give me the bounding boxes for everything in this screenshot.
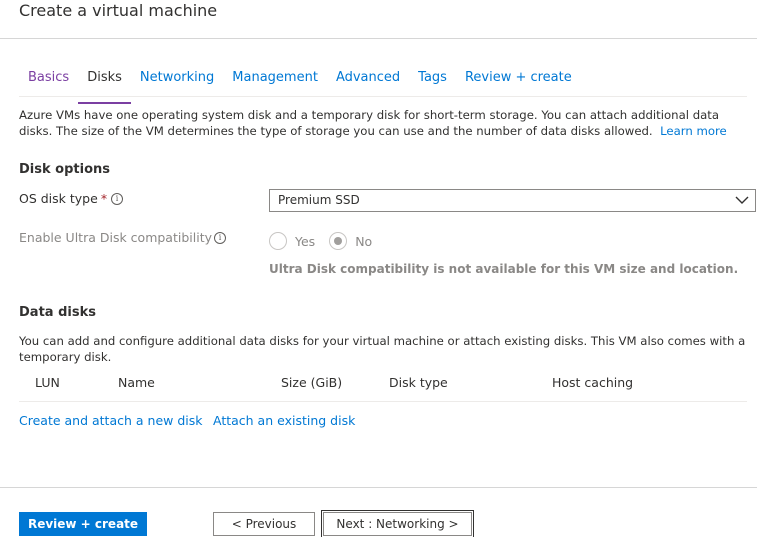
ultra-disk-yes-radio[interactable]: Yes <box>269 232 315 250</box>
os-disk-type-label-group: OS disk type * i <box>19 191 124 206</box>
create-attach-disk-link[interactable]: Create and attach a new disk <box>19 413 203 428</box>
column-header-host-caching: Host caching <box>552 375 634 390</box>
tab-disks[interactable]: Disks <box>78 68 131 104</box>
column-header-name: Name <box>118 375 155 390</box>
ultra-disk-label: Enable Ultra Disk compatibility <box>19 230 212 245</box>
review-create-button[interactable]: Review + create <box>19 512 147 536</box>
radio-circle-checked <box>329 232 348 250</box>
os-disk-type-value: Premium SSD <box>278 193 360 207</box>
tab-management[interactable]: Management <box>223 68 327 98</box>
disk-options-title: Disk options <box>19 162 110 177</box>
tab-divider <box>19 96 747 97</box>
ultra-disk-radio-group: Yes No <box>269 232 386 250</box>
tab-bar: Basics Disks Networking Management Advan… <box>19 68 581 104</box>
info-icon[interactable]: i <box>214 231 226 244</box>
info-icon[interactable]: i <box>111 192 124 205</box>
tab-review-create[interactable]: Review + create <box>456 68 581 98</box>
tab-tags[interactable]: Tags <box>409 68 456 98</box>
attach-existing-disk-link[interactable]: Attach an existing disk <box>213 413 355 428</box>
column-header-lun: LUN <box>35 375 60 390</box>
radio-label-yes: Yes <box>295 233 316 249</box>
radio-label-no: No <box>355 233 373 249</box>
intro-description: Azure VMs have one operating system disk… <box>19 107 747 139</box>
tab-networking[interactable]: Networking <box>131 68 223 98</box>
tab-advanced[interactable]: Advanced <box>327 68 409 98</box>
required-marker: * <box>100 191 108 206</box>
data-disks-description: You can add and configure additional dat… <box>19 334 746 364</box>
next-networking-button[interactable]: Next : Networking > <box>321 510 474 537</box>
column-header-disk-type: Disk type <box>389 375 448 390</box>
learn-more-link[interactable]: Learn more <box>660 124 727 138</box>
header-divider <box>0 38 757 39</box>
create-vm-page: Create a virtual machine Basics Disks Ne… <box>0 0 757 537</box>
os-disk-type-label: OS disk type <box>19 191 98 206</box>
os-disk-type-select[interactable]: Premium SSD <box>269 189 756 212</box>
data-disks-title: Data disks <box>19 305 96 320</box>
chevron-down-icon <box>735 196 749 204</box>
ultra-disk-no-radio[interactable]: No <box>329 232 372 250</box>
radio-circle <box>269 232 287 250</box>
page-title: Create a virtual machine <box>19 1 218 20</box>
tab-basics[interactable]: Basics <box>19 68 78 98</box>
column-header-size: Size (GiB) <box>281 375 343 390</box>
intro-text: Azure VMs have one operating system disk… <box>19 108 720 138</box>
previous-button[interactable]: < Previous <box>213 512 315 536</box>
footer-divider <box>0 487 757 488</box>
table-header-divider <box>19 401 747 402</box>
ultra-disk-note: Ultra Disk compatibility is not availabl… <box>269 262 739 276</box>
ultra-disk-label-group: Enable Ultra Disk compatibility i <box>19 230 226 245</box>
